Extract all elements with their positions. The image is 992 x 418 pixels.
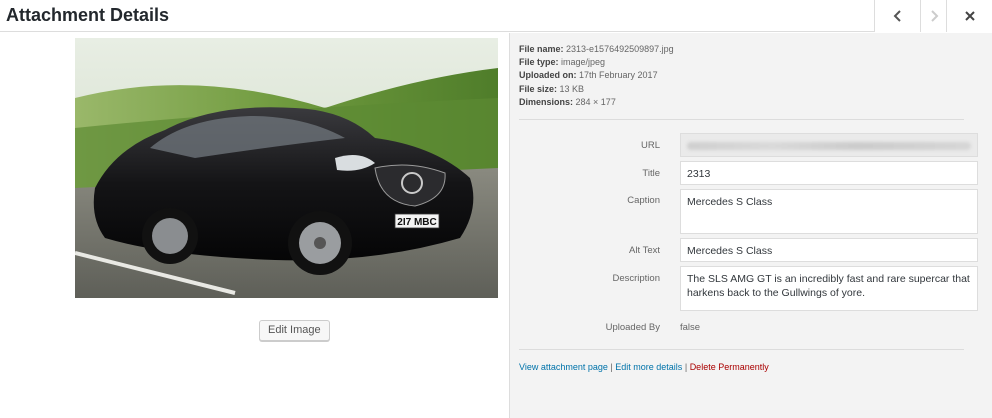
delete-permanently-link[interactable]: Delete Permanently bbox=[690, 362, 769, 372]
description-label: Description bbox=[612, 273, 660, 284]
license-plate-text: 2I7 MBC bbox=[397, 217, 436, 228]
modal-header: Attachment Details bbox=[0, 0, 992, 32]
dimensions-row: Dimensions: 284 × 177 bbox=[519, 96, 616, 107]
file-name-value: 2313-e1576492509897.jpg bbox=[566, 44, 674, 54]
previous-button[interactable] bbox=[874, 0, 920, 32]
divider bbox=[519, 349, 964, 350]
uploaded-by-label: Uploaded By bbox=[605, 322, 660, 333]
url-field[interactable] bbox=[680, 133, 978, 157]
description-textarea[interactable]: The SLS AMG GT is an incredibly fast and… bbox=[680, 266, 978, 311]
alt-text-input[interactable]: Mercedes S Class bbox=[680, 238, 978, 262]
file-size-value: 13 KB bbox=[559, 83, 585, 94]
close-button[interactable] bbox=[946, 0, 992, 32]
dimensions-value: 284 × 177 bbox=[575, 96, 616, 107]
alt-text-label: Alt Text bbox=[629, 245, 660, 256]
file-info: File name: 2313-e1576492509897.jpg File … bbox=[519, 43, 674, 109]
uploaded-on-row: Uploaded on: 17th February 2017 bbox=[519, 70, 658, 81]
url-label: URL bbox=[640, 140, 660, 151]
edit-more-details-link[interactable]: Edit more details bbox=[615, 362, 682, 372]
attachment-details-panel: File name: 2313-e1576492509897.jpg File … bbox=[509, 33, 992, 418]
edit-image-button[interactable]: Edit Image bbox=[259, 320, 330, 341]
attachment-actions: View attachment page | Edit more details… bbox=[519, 362, 769, 372]
title-input[interactable]: 2313 bbox=[680, 161, 978, 185]
url-value-blurred bbox=[687, 142, 971, 150]
modal-title: Attachment Details bbox=[6, 5, 170, 25]
uploaded-by-value: false bbox=[680, 322, 701, 333]
caption-textarea[interactable]: Mercedes S Class bbox=[680, 189, 978, 234]
image-preview-panel: 2I7 MBC Edit Image bbox=[0, 33, 509, 418]
caption-label: Caption bbox=[627, 195, 660, 206]
divider bbox=[519, 119, 964, 120]
chevron-left-icon bbox=[893, 10, 901, 22]
file-type-value: image/jpeg bbox=[561, 57, 606, 68]
uploaded-on-value: 17th February 2017 bbox=[579, 70, 658, 81]
car-illustration: 2I7 MBC bbox=[75, 38, 498, 298]
separator: | bbox=[610, 362, 613, 372]
file-type-row: File type: image/jpeg bbox=[519, 57, 606, 68]
file-size-row: File size: 13 KB bbox=[519, 83, 585, 94]
title-label: Title bbox=[642, 168, 660, 179]
next-button[interactable] bbox=[920, 0, 946, 32]
file-name-row: File name: 2313-e1576492509897.jpg bbox=[519, 44, 674, 54]
chevron-right-icon bbox=[930, 10, 938, 22]
separator: | bbox=[684, 362, 688, 372]
view-attachment-page-link[interactable]: View attachment page bbox=[519, 362, 608, 372]
attachment-image: 2I7 MBC bbox=[75, 38, 498, 298]
close-icon bbox=[964, 11, 975, 21]
